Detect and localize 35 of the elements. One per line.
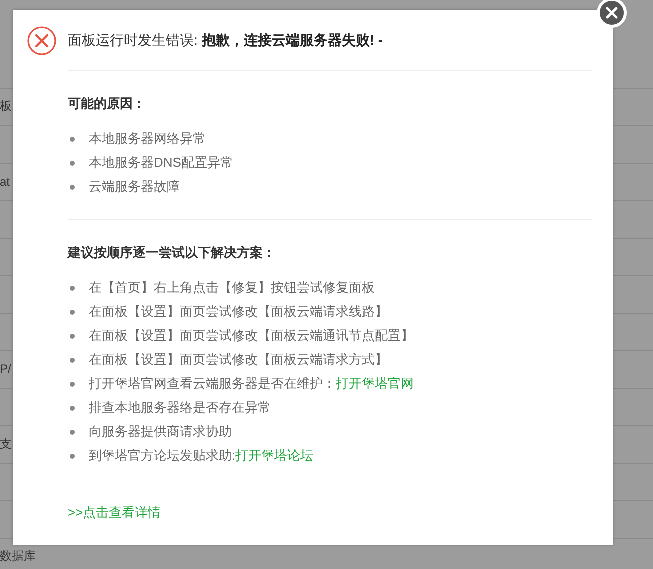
table-text: 板 xyxy=(0,98,12,116)
list-item-text: 云端服务器故障 xyxy=(89,178,180,196)
bullet-icon xyxy=(70,310,75,314)
bullet-icon xyxy=(70,136,75,142)
bullet-icon xyxy=(70,286,75,290)
list-item-text: 在【首页】右上角点击【修复】按钮尝试修复面板 xyxy=(89,279,375,297)
section-heading: 可能的原因： xyxy=(68,95,147,113)
list-item-text: 在面板【设置】面页尝试修改【面板云端请求线路】 xyxy=(89,303,388,321)
details-link[interactable]: >>点击查看详情 xyxy=(68,504,162,522)
bullet-icon xyxy=(70,382,75,386)
table-text: P/ xyxy=(0,362,12,376)
dialog-title: 面板运行时发生错误: 抱歉，连接云端服务器失败! - xyxy=(68,32,383,50)
error-icon xyxy=(27,26,57,56)
bullet-icon xyxy=(70,454,75,458)
table-text: 支 xyxy=(0,436,12,453)
list-item-text: 在面板【设置】面页尝试修改【面板云端请求方式】 xyxy=(89,351,388,369)
bullet-icon xyxy=(70,184,75,190)
table-text: at xyxy=(0,174,10,189)
bullet-icon xyxy=(70,406,75,410)
list-item-text: 到堡塔官方论坛发贴求助: xyxy=(89,447,236,465)
list-item-text: 向服务器提供商请求协助 xyxy=(89,423,232,441)
list-item-text: 本地服务器DNS配置异常 xyxy=(89,154,234,172)
bullet-icon xyxy=(70,430,75,434)
list-item-text: 本地服务器网络异常 xyxy=(89,130,206,148)
section-heading: 建议按顺序逐一尝试以下解决方案： xyxy=(68,244,277,262)
list-item-text: 在面板【设置】面页尝试修改【面板云端通讯节点配置】 xyxy=(89,327,414,345)
table-text: 数据库 xyxy=(0,548,36,566)
bullet-icon xyxy=(70,334,75,338)
list-item-text: 打开堡塔官网查看云端服务器是否在维护： xyxy=(89,375,336,393)
bullet-icon xyxy=(70,160,75,166)
bullet-icon xyxy=(70,358,75,362)
link[interactable]: 打开堡塔论坛 xyxy=(236,447,314,465)
link[interactable]: 打开堡塔官网 xyxy=(336,375,414,393)
close-icon xyxy=(606,7,618,19)
list-item-text: 排查本地服务器络是否存在异常 xyxy=(89,399,271,417)
